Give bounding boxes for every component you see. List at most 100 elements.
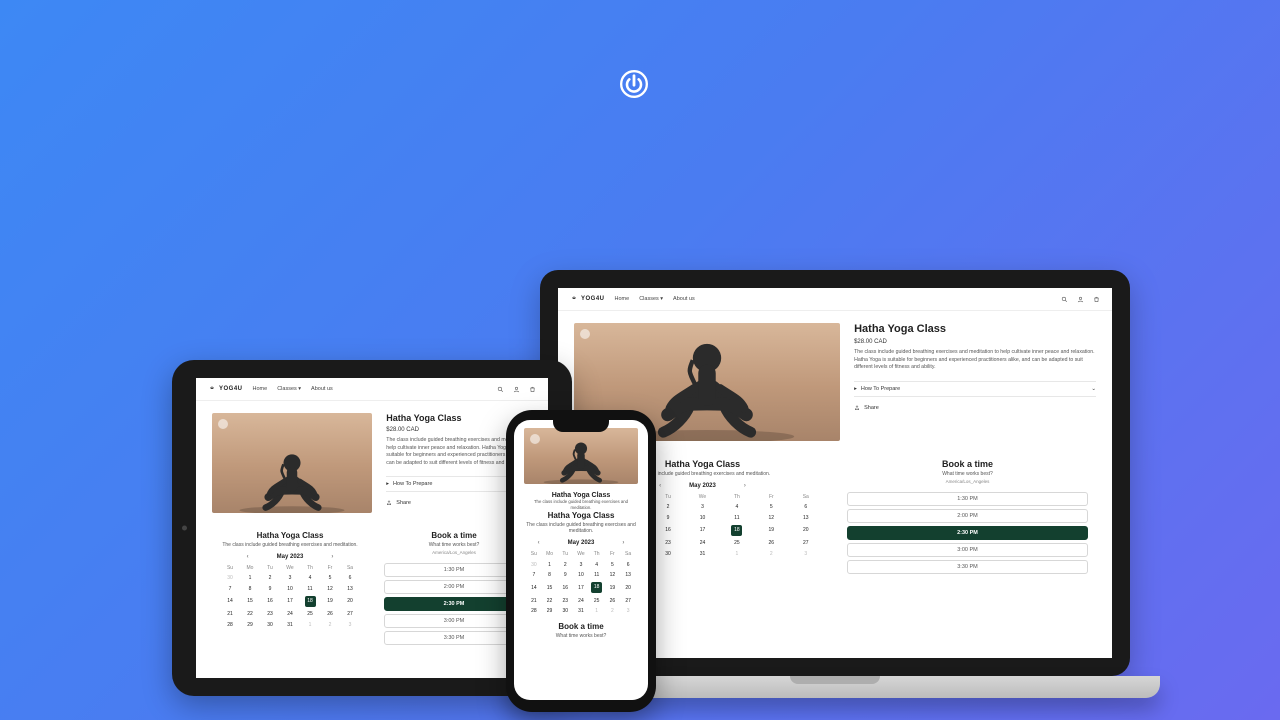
time-slot[interactable]: 1:30 PM: [384, 563, 524, 577]
calendar-day[interactable]: 26: [754, 538, 788, 548]
search-icon[interactable]: [497, 386, 504, 393]
calendar-day[interactable]: 6: [620, 559, 636, 569]
calendar-day[interactable]: 4: [720, 502, 754, 512]
cart-icon[interactable]: [1093, 296, 1100, 303]
calendar-day[interactable]: 3: [340, 620, 360, 630]
calendar-day[interactable]: 16: [651, 523, 685, 538]
calendar-day[interactable]: 18: [720, 523, 754, 538]
calendar-day[interactable]: 10: [280, 583, 300, 593]
calendar-day[interactable]: 19: [320, 594, 340, 609]
time-slot[interactable]: 1:30 PM: [847, 492, 1088, 506]
calendar-day[interactable]: 17: [685, 523, 719, 538]
calendar-day[interactable]: 2: [651, 502, 685, 512]
calendar-day[interactable]: 22: [542, 596, 558, 606]
prev-month-button[interactable]: ‹: [247, 554, 249, 560]
time-slot[interactable]: 3:30 PM: [384, 631, 524, 645]
share-button[interactable]: Share: [854, 405, 1096, 411]
calendar-day[interactable]: 28: [526, 606, 542, 616]
calendar-day[interactable]: 10: [573, 570, 589, 580]
calendar-day[interactable]: 7: [220, 583, 240, 593]
calendar-day[interactable]: 1: [589, 606, 605, 616]
calendar-grid[interactable]: SuMoTuWeThFrSa30123456789101112131415161…: [220, 563, 360, 630]
calendar-day[interactable]: 23: [651, 538, 685, 548]
calendar-grid[interactable]: SuMoTuWeThFrSa30123456789101112131415161…: [526, 549, 636, 616]
calendar-day[interactable]: 5: [754, 502, 788, 512]
calendar-day[interactable]: 2: [754, 549, 788, 559]
calendar-day[interactable]: 20: [789, 523, 823, 538]
user-icon[interactable]: [1077, 296, 1084, 303]
calendar-day[interactable]: 21: [220, 609, 240, 619]
prev-month-button[interactable]: ‹: [538, 540, 540, 546]
next-month-button[interactable]: ›: [331, 554, 333, 560]
calendar-day[interactable]: 8: [240, 583, 260, 593]
calendar-day[interactable]: 18: [300, 594, 320, 609]
site-brand[interactable]: YOG4U: [570, 295, 605, 303]
calendar-day[interactable]: 3: [620, 606, 636, 616]
calendar-day[interactable]: 27: [340, 609, 360, 619]
calendar-day[interactable]: 1: [240, 573, 260, 583]
calendar-day[interactable]: 2: [557, 559, 573, 569]
calendar-day[interactable]: 29: [240, 620, 260, 630]
calendar-day[interactable]: 11: [589, 570, 605, 580]
calendar-day[interactable]: 5: [320, 573, 340, 583]
time-slot[interactable]: 2:00 PM: [384, 580, 524, 594]
cart-icon[interactable]: [529, 386, 536, 393]
calendar-day[interactable]: 2: [605, 606, 621, 616]
calendar-day[interactable]: 16: [557, 580, 573, 595]
time-slot[interactable]: 3:00 PM: [384, 614, 524, 628]
calendar-day[interactable]: 26: [605, 596, 621, 606]
calendar-day[interactable]: 1: [720, 549, 754, 559]
calendar-day[interactable]: 12: [320, 583, 340, 593]
calendar-day[interactable]: 25: [720, 538, 754, 548]
calendar-day[interactable]: 30: [526, 559, 542, 569]
site-brand[interactable]: YOG4U: [208, 385, 243, 393]
calendar-day[interactable]: 15: [240, 594, 260, 609]
calendar-day[interactable]: 30: [220, 573, 240, 583]
calendar-day[interactable]: 30: [260, 620, 280, 630]
calendar-day[interactable]: 23: [260, 609, 280, 619]
nav-about[interactable]: About us: [673, 296, 695, 302]
calendar-day[interactable]: 11: [720, 512, 754, 522]
calendar-day[interactable]: 12: [605, 570, 621, 580]
nav-home[interactable]: Home: [615, 296, 630, 302]
calendar-day[interactable]: 2: [320, 620, 340, 630]
calendar-day[interactable]: 26: [320, 609, 340, 619]
user-icon[interactable]: [513, 386, 520, 393]
calendar-day[interactable]: 1: [300, 620, 320, 630]
calendar-day[interactable]: 19: [605, 580, 621, 595]
time-slot[interactable]: 2:30 PM: [384, 597, 524, 611]
calendar-day[interactable]: 7: [526, 570, 542, 580]
calendar-day[interactable]: 1: [542, 559, 558, 569]
calendar-day[interactable]: 31: [280, 620, 300, 630]
calendar-day[interactable]: 27: [789, 538, 823, 548]
next-month-button[interactable]: ›: [744, 483, 746, 489]
nav-classes[interactable]: Classes ▾: [639, 296, 663, 302]
calendar-day[interactable]: 28: [220, 620, 240, 630]
calendar-day[interactable]: 9: [557, 570, 573, 580]
calendar-day[interactable]: 9: [651, 512, 685, 522]
calendar-day[interactable]: 14: [220, 594, 240, 609]
calendar-day[interactable]: 4: [589, 559, 605, 569]
calendar-day[interactable]: 19: [754, 523, 788, 538]
search-icon[interactable]: [1061, 296, 1068, 303]
calendar-day[interactable]: 2: [260, 573, 280, 583]
calendar-day[interactable]: 3: [280, 573, 300, 583]
calendar-day[interactable]: 3: [685, 502, 719, 512]
calendar-day[interactable]: 17: [280, 594, 300, 609]
calendar-day[interactable]: 31: [685, 549, 719, 559]
calendar-day[interactable]: 3: [573, 559, 589, 569]
calendar-day[interactable]: 12: [754, 512, 788, 522]
time-slot[interactable]: 3:00 PM: [847, 543, 1088, 557]
calendar-day[interactable]: 6: [340, 573, 360, 583]
calendar-day[interactable]: 3: [789, 549, 823, 559]
calendar-day[interactable]: 10: [685, 512, 719, 522]
time-slot[interactable]: 3:30 PM: [847, 560, 1088, 574]
calendar-day[interactable]: 6: [789, 502, 823, 512]
calendar-day[interactable]: 27: [620, 596, 636, 606]
calendar-day[interactable]: 30: [557, 606, 573, 616]
calendar-day[interactable]: 25: [589, 596, 605, 606]
calendar-day[interactable]: 24: [573, 596, 589, 606]
calendar-day[interactable]: 14: [526, 580, 542, 595]
calendar-day[interactable]: 29: [542, 606, 558, 616]
calendar-day[interactable]: 20: [340, 594, 360, 609]
